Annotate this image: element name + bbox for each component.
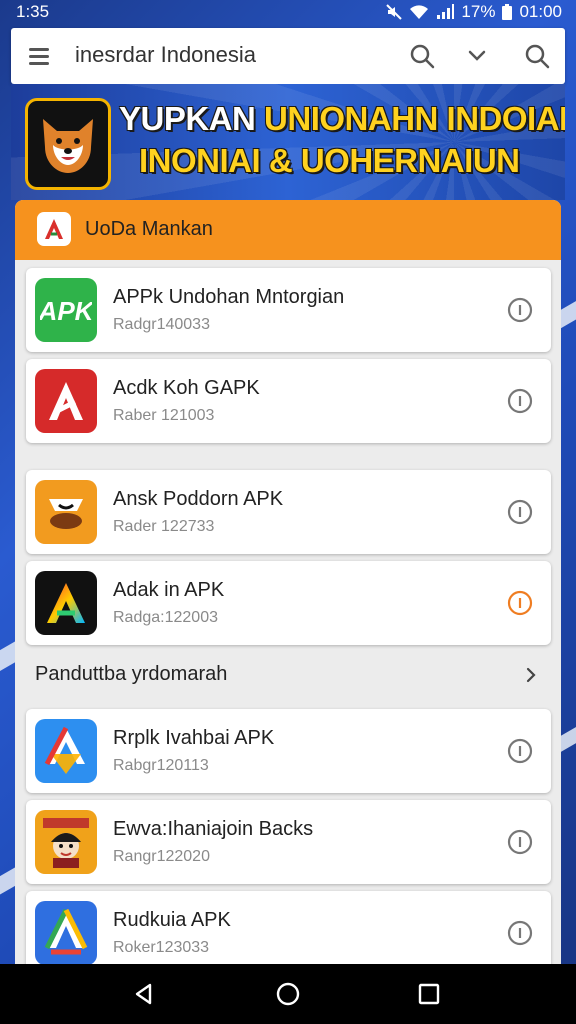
shiba-dog-logo xyxy=(25,98,111,190)
app-meta: Radga:122003 xyxy=(113,609,218,626)
search-icon-secondary[interactable] xyxy=(523,42,551,70)
app-card[interactable]: Ansk Poddorn APK Rader 122733 xyxy=(26,470,551,554)
menu-icon[interactable] xyxy=(29,44,55,68)
app-name: Acdk Koh GAPK xyxy=(113,377,260,399)
apk-green-icon: APK xyxy=(35,278,97,342)
app-meta: Rangr122020 xyxy=(113,848,210,865)
drive-a-icon xyxy=(35,901,97,965)
app-meta: Rabgr120113 xyxy=(113,757,209,774)
app-name: Ansk Poddorn APK xyxy=(113,488,284,510)
dog-face-icon xyxy=(43,119,93,173)
download-icon[interactable] xyxy=(507,738,533,764)
promo-banner[interactable]: YUPKAN UNIONAHN INDOIAN INONIAI & UOHERN… xyxy=(11,84,565,200)
app-name: APPk Undohan Mntorgian xyxy=(113,286,345,308)
signal-icon xyxy=(437,4,455,19)
battery-icon xyxy=(502,4,513,20)
section-title: Panduttba yrdomarah xyxy=(35,663,228,685)
panel-header: UoDa Mankan xyxy=(15,200,561,260)
app-name: Rrplk Ivahbai APK xyxy=(113,727,275,749)
download-icon-active[interactable] xyxy=(507,590,533,616)
app-meta: Raber 121003 xyxy=(113,407,215,424)
blue-a-icon xyxy=(35,719,97,783)
status-time: 1:35 xyxy=(16,2,50,21)
banner-title-line1: YUPKAN UNIONAHN INDOIAN xyxy=(119,100,565,138)
svg-text:APK: APK xyxy=(40,296,92,326)
orange-badge-icon xyxy=(35,480,97,544)
chevron-down-icon[interactable] xyxy=(463,42,491,70)
navigation-bar xyxy=(0,964,576,1024)
download-icon[interactable] xyxy=(507,920,533,946)
red-a-icon xyxy=(35,369,97,433)
app-name: Adak in APK xyxy=(113,579,225,601)
app-name: Rudkuia APK xyxy=(113,909,231,931)
back-icon[interactable] xyxy=(130,980,158,1008)
app-card[interactable]: Acdk Koh GAPK Raber 121003 xyxy=(26,359,551,443)
battery-percent: 17% xyxy=(461,2,496,21)
search-input[interactable]: inesrdar Indonesia xyxy=(75,42,256,68)
app-meta: Rader 122733 xyxy=(113,518,215,535)
app-card[interactable]: Rrplk Ivahbai APK Rabgr120113 xyxy=(26,709,551,793)
banner-word-white: YUPKAN xyxy=(119,100,256,137)
download-icon[interactable] xyxy=(507,499,533,525)
app-list-panel: UoDa Mankan APK APPk Undohan Mntorgian R… xyxy=(15,200,561,975)
app-card[interactable]: Rudkuia APK Roker123033 xyxy=(26,891,551,975)
app-card[interactable]: Ewva:Ihaniajoin Backs Rangr122020 xyxy=(26,800,551,884)
banner-title-line2: INONIAI & UOHERNAIUN xyxy=(139,142,520,179)
wifi-icon xyxy=(410,5,429,20)
home-icon[interactable] xyxy=(274,980,302,1008)
app-name: Ewva:Ihaniajoin Backs xyxy=(113,818,314,840)
gradient-a-icon xyxy=(35,571,97,635)
app-card[interactable]: Adak in APK Radga:122003 xyxy=(26,561,551,645)
download-icon[interactable] xyxy=(507,829,533,855)
download-icon[interactable] xyxy=(507,388,533,414)
mute-icon xyxy=(386,4,403,20)
character-icon xyxy=(35,810,97,874)
search-icon[interactable] xyxy=(408,42,436,70)
recents-icon[interactable] xyxy=(415,980,443,1008)
download-icon[interactable] xyxy=(507,297,533,323)
app-meta: Radgr140033 xyxy=(113,316,210,333)
status-icons: 17% 01:00 xyxy=(385,2,562,22)
app-card[interactable]: APK APPk Undohan Mntorgian Radgr140033 xyxy=(26,268,551,352)
app-meta: Roker123033 xyxy=(113,939,210,956)
status-bar: 1:35 17% 01:00 xyxy=(0,0,576,26)
banner-word-yellow: UNIONAHN INDOIAN xyxy=(264,100,565,137)
chevron-right-icon[interactable] xyxy=(523,666,539,684)
status-clock: 01:00 xyxy=(519,2,562,21)
panel-logo-icon xyxy=(37,212,71,246)
search-bar[interactable]: inesrdar Indonesia xyxy=(11,28,565,84)
panel-title: UoDa Mankan xyxy=(85,218,213,240)
